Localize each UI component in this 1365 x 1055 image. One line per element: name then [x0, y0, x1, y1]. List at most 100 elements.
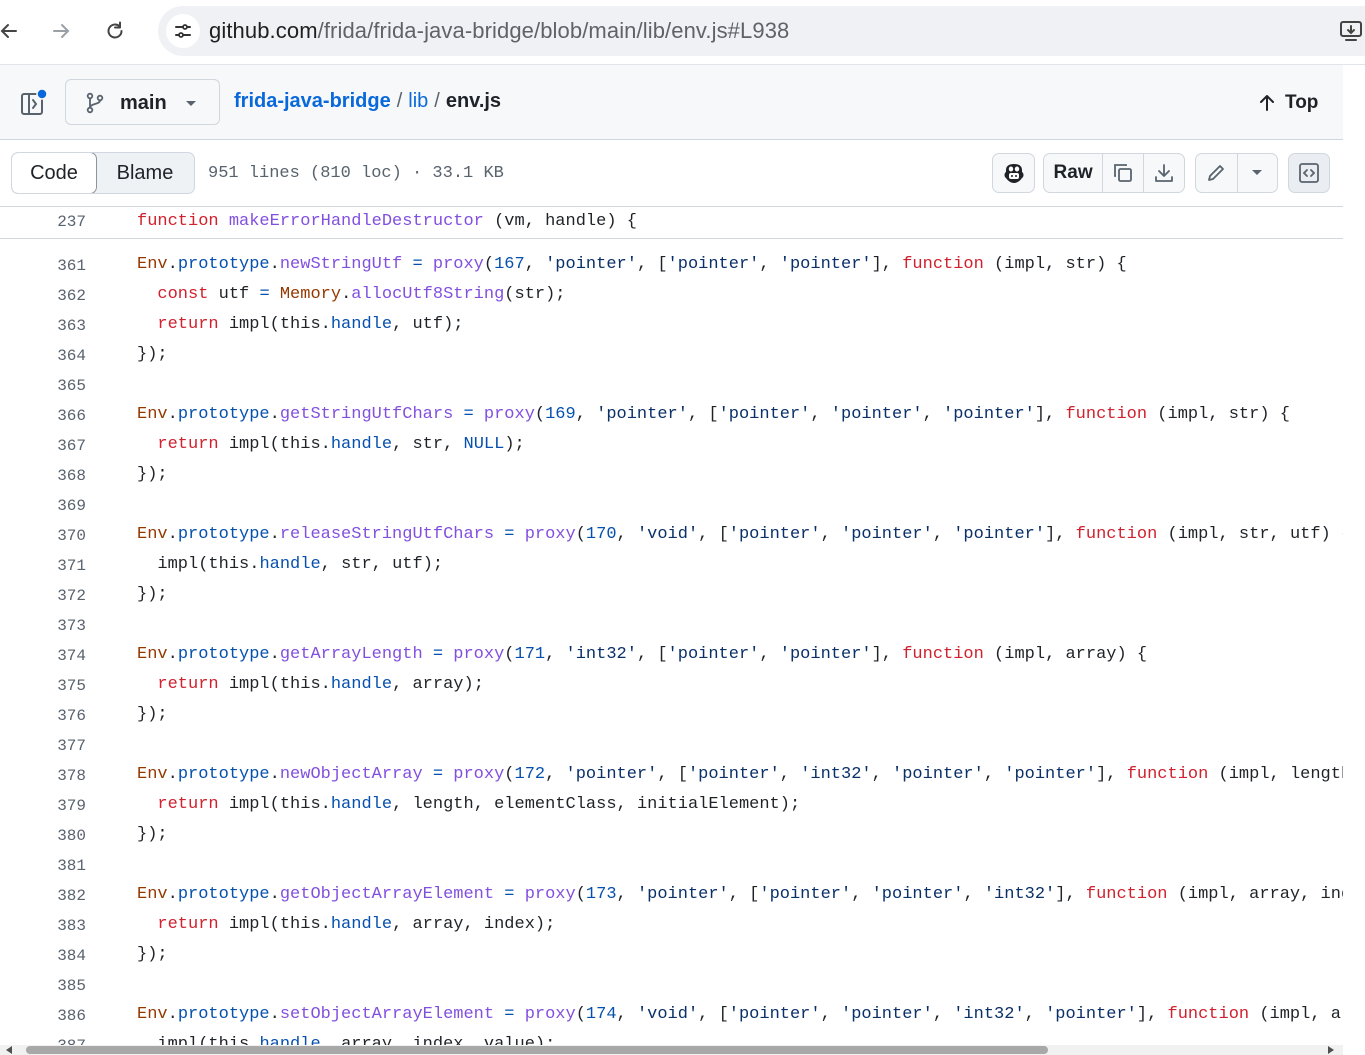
code-line[interactable]: 366 Env.prototype.getStringUtfChars = pro…: [0, 400, 1343, 430]
line-number[interactable]: 374: [0, 647, 86, 665]
line-number[interactable]: 366: [0, 407, 86, 425]
line-number[interactable]: 371: [0, 557, 86, 575]
line-number[interactable]: 386: [0, 1007, 86, 1025]
tab-blame[interactable]: Blame: [96, 153, 194, 193]
code-line[interactable]: 380});: [0, 820, 1343, 850]
code-line[interactable]: 383 return impl(this.handle, array, inde…: [0, 910, 1343, 940]
vertical-scrollbar[interactable]: [1343, 65, 1365, 1055]
back-arrow-icon[interactable]: [0, 14, 26, 48]
code-text: Env.prototype.setObjectArrayElement = pr…: [137, 1005, 1343, 1024]
code-line[interactable]: 377: [0, 730, 1343, 760]
code-line[interactable]: 372});: [0, 580, 1343, 610]
line-number[interactable]: 365: [0, 377, 86, 395]
code-text: Env.prototype.releaseStringUtfChars = pr…: [137, 525, 1343, 544]
line-number[interactable]: 381: [0, 857, 86, 875]
code-line[interactable]: 384});: [0, 940, 1343, 970]
chevron-down-icon: [1252, 170, 1263, 175]
code-text: });: [137, 585, 168, 604]
code-line[interactable]: 361 Env.prototype.newStringUtf = proxy(16…: [0, 250, 1343, 280]
line-number[interactable]: 368: [0, 467, 86, 485]
line-number[interactable]: 367: [0, 437, 86, 455]
code-line[interactable]: 373: [0, 610, 1343, 640]
code-line[interactable]: 382 Env.prototype.getObjectArrayElement =…: [0, 880, 1343, 910]
raw-actions-group: Raw: [1043, 153, 1185, 193]
line-number[interactable]: 370: [0, 527, 86, 545]
code-text: Env.prototype.newStringUtf = proxy(167, …: [137, 255, 1127, 274]
edit-button[interactable]: [1196, 154, 1238, 192]
branch-selector-button[interactable]: main: [65, 79, 220, 125]
line-number[interactable]: 361: [0, 257, 86, 275]
scrollbar-thumb[interactable]: [26, 1046, 1048, 1054]
url-text[interactable]: github.com/frida/frida-java-bridge/blob/…: [209, 18, 789, 44]
file-tree-toggle-icon[interactable]: [19, 88, 49, 118]
browser-toolbar: github.com/frida/frida-java-bridge/blob/…: [0, 0, 1365, 65]
code-line[interactable]: 376});: [0, 700, 1343, 730]
code-line[interactable]: 369: [0, 490, 1343, 520]
breadcrumb-separator: /: [434, 90, 440, 112]
code-line[interactable]: 378 Env.prototype.newObjectArray = proxy(…: [0, 760, 1343, 790]
code-line[interactable]: 367 return impl(this.handle, str, NULL);: [0, 430, 1343, 460]
line-number[interactable]: 364: [0, 347, 86, 365]
scroll-left-arrow-icon[interactable]: [6, 1046, 12, 1054]
copilot-icon: [1004, 164, 1023, 183]
download-button[interactable]: [1144, 154, 1184, 192]
url-host: github.com: [209, 18, 318, 43]
sticky-function-header[interactable]: 237 function makeErrorHandleDestructor (…: [0, 207, 1343, 239]
line-number[interactable]: 372: [0, 587, 86, 605]
code-text: });: [137, 345, 168, 364]
code-line[interactable]: 363 return impl(this.handle, utf);: [0, 310, 1343, 340]
code-line[interactable]: 379 return impl(this.handle, length, ele…: [0, 790, 1343, 820]
line-number[interactable]: 237: [0, 213, 86, 231]
edit-dropdown-button[interactable]: [1238, 154, 1278, 192]
top-button[interactable]: Top: [1257, 89, 1318, 117]
code-line[interactable]: 370 Env.prototype.releaseStringUtfChars =…: [0, 520, 1343, 550]
line-number[interactable]: 363: [0, 317, 86, 335]
line-number[interactable]: 384: [0, 947, 86, 965]
line-number[interactable]: 373: [0, 617, 86, 635]
breadcrumb-dir-link[interactable]: lib: [408, 90, 428, 112]
line-number[interactable]: 382: [0, 887, 86, 905]
arrow-up-icon: [1260, 95, 1274, 111]
horizontal-scrollbar[interactable]: [0, 1045, 1343, 1055]
code-text: const utf = Memory.allocUtf8String(str);: [157, 285, 566, 304]
symbols-panel-button[interactable]: [1288, 153, 1330, 193]
code-line[interactable]: 364});: [0, 340, 1343, 370]
code-line[interactable]: 362 const utf = Memory.allocUtf8String(s…: [0, 280, 1343, 310]
line-number[interactable]: 378: [0, 767, 86, 785]
line-number[interactable]: 380: [0, 827, 86, 845]
address-bar[interactable]: github.com/frida/frida-java-bridge/blob/…: [158, 6, 1365, 56]
reload-icon[interactable]: [98, 14, 132, 48]
site-settings-icon[interactable]: [166, 14, 200, 48]
line-number[interactable]: 377: [0, 737, 86, 755]
code-line[interactable]: 371 impl(this.handle, str, utf);: [0, 550, 1343, 580]
view-mode-toggle: Code Blame: [11, 152, 195, 194]
install-app-icon[interactable]: [1338, 18, 1364, 44]
tab-code[interactable]: Code: [12, 153, 97, 193]
code-line[interactable]: 385: [0, 970, 1343, 1000]
line-number[interactable]: 376: [0, 707, 86, 725]
code-line[interactable]: 375 return impl(this.handle, array);: [0, 670, 1343, 700]
code-text: return impl(this.handle, str, NULL);: [157, 435, 525, 454]
line-number[interactable]: 379: [0, 797, 86, 815]
code-view[interactable]: 237 function makeErrorHandleDestructor (…: [0, 207, 1343, 1047]
code-text: });: [137, 465, 168, 484]
breadcrumb-repo-link[interactable]: frida-java-bridge: [234, 90, 391, 112]
copy-button[interactable]: [1103, 154, 1144, 192]
code-line[interactable]: 374 Env.prototype.getArrayLength = proxy(…: [0, 640, 1343, 670]
line-number[interactable]: 385: [0, 977, 86, 995]
code-line[interactable]: 381: [0, 850, 1343, 880]
url-path: /frida/frida-java-bridge/blob/main/lib/e…: [317, 18, 790, 43]
line-number[interactable]: 375: [0, 677, 86, 695]
scroll-right-arrow-icon[interactable]: [1328, 1046, 1334, 1054]
code-line[interactable]: 386 Env.prototype.setObjectArrayElement =…: [0, 1000, 1343, 1030]
line-number[interactable]: 383: [0, 917, 86, 935]
code-line[interactable]: 368});: [0, 460, 1343, 490]
forward-arrow-icon[interactable]: [44, 14, 78, 48]
chevron-down-icon: [186, 101, 196, 106]
line-number[interactable]: 369: [0, 497, 86, 515]
code-text: });: [137, 945, 168, 964]
line-number[interactable]: 362: [0, 287, 86, 305]
copilot-button[interactable]: [992, 153, 1035, 193]
code-line[interactable]: 365: [0, 370, 1343, 400]
raw-button[interactable]: Raw: [1044, 154, 1104, 192]
